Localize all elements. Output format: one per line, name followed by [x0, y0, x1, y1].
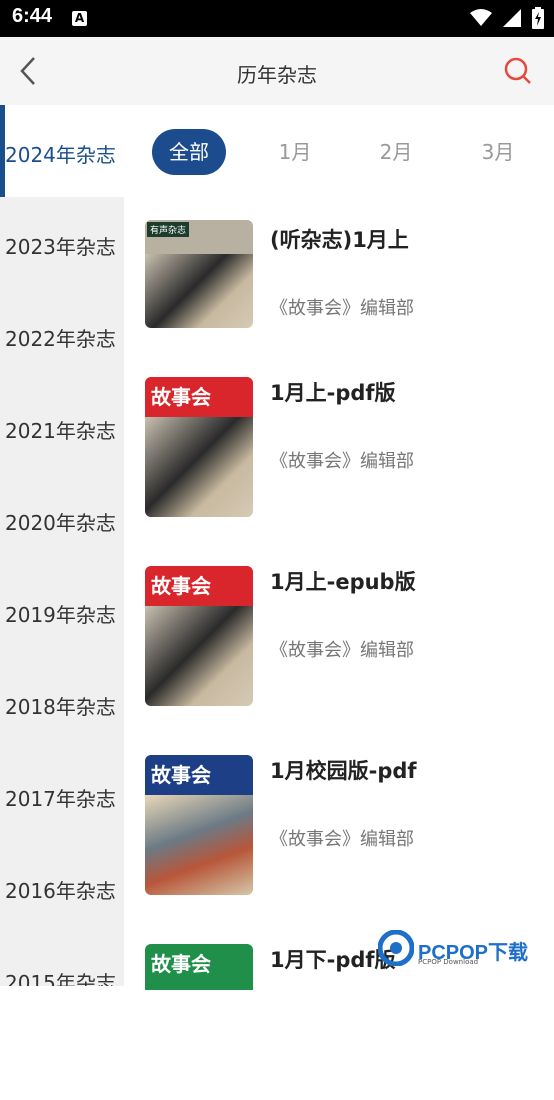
- search-icon: [504, 57, 531, 84]
- cover-band: 故事会: [145, 755, 253, 795]
- sidebar-item-2024[interactable]: 2024年杂志: [0, 105, 124, 197]
- magazine-cover: 故事会: [145, 566, 253, 706]
- cover-illustration: [145, 795, 253, 895]
- wifi-icon: [469, 9, 492, 26]
- cover-illustration: [145, 254, 253, 328]
- cover-band: 故事会: [145, 944, 253, 990]
- magazine-title: 1月上-pdf版: [270, 381, 396, 405]
- magazine-item[interactable]: 有声杂志 (听杂志)1月上 《故事会》编辑部: [124, 218, 554, 378]
- sidebar-item-2020[interactable]: 2020年杂志: [0, 473, 124, 565]
- magazine-publisher: 《故事会》编辑部: [270, 640, 414, 661]
- search-button[interactable]: [502, 55, 534, 87]
- magazine-cover: 故事会: [145, 755, 253, 895]
- magazine-publisher: 《故事会》编辑部: [270, 298, 414, 319]
- status-time: 6:44: [12, 5, 53, 27]
- sidebar-item-2022[interactable]: 2022年杂志: [0, 289, 124, 381]
- cover-illustration: [145, 606, 253, 706]
- sidebar-item-2019[interactable]: 2019年杂志: [0, 565, 124, 657]
- year-label: 2017年杂志: [5, 787, 116, 811]
- year-label: 2015年杂志: [5, 971, 116, 986]
- notification-icon: A: [72, 11, 87, 26]
- battery-icon: [532, 7, 544, 29]
- cover-masthead: 故事会: [151, 574, 211, 598]
- magazine-title: (听杂志)1月上: [270, 228, 409, 252]
- watermark-sub: PCPOP Download: [418, 958, 479, 966]
- year-sidebar: 2024年杂志 2023年杂志 2022年杂志 2021年杂志 2020年杂志 …: [0, 105, 124, 986]
- status-bar: 6:44 A: [0, 0, 554, 37]
- sidebar-item-2018[interactable]: 2018年杂志: [0, 657, 124, 749]
- year-label: 2020年杂志: [5, 511, 116, 535]
- year-label: 2024年杂志: [5, 143, 116, 167]
- signal-icon: [502, 9, 521, 27]
- year-label: 2023年杂志: [5, 235, 116, 259]
- pcpop-logo-icon: [378, 930, 414, 966]
- year-label: 2016年杂志: [5, 879, 116, 903]
- cover-band: 故事会: [145, 377, 253, 417]
- sidebar-item-2016[interactable]: 2016年杂志: [0, 841, 124, 933]
- cover-band: 故事会: [145, 566, 253, 606]
- cover-masthead: 故事会: [151, 385, 211, 409]
- magazine-title: 1月校园版-pdf: [270, 759, 417, 783]
- cover-label: 有声杂志: [147, 222, 190, 237]
- magazine-item[interactable]: 故事会 1月上-epub版 《故事会》编辑部: [124, 562, 554, 722]
- year-label: 2019年杂志: [5, 603, 116, 627]
- tab-march[interactable]: 3月: [468, 129, 528, 175]
- magazine-cover: 有声杂志: [145, 220, 253, 328]
- magazine-title: 1月下-pdf版: [270, 948, 396, 972]
- magazine-publisher: 《故事会》编辑部: [270, 451, 414, 472]
- cover-illustration: [145, 417, 253, 517]
- magazine-title: 1月上-epub版: [270, 570, 416, 594]
- magazine-cover: 故事会: [145, 377, 253, 517]
- cover-masthead: 故事会: [151, 952, 211, 976]
- sidebar-item-2015[interactable]: 2015年杂志: [0, 933, 124, 986]
- magazine-cover: 故事会: [145, 944, 253, 994]
- cover-masthead: 故事会: [151, 763, 211, 787]
- watermark: PCPOP下载 PCPOP Download: [378, 928, 548, 978]
- page-title: 历年杂志: [237, 63, 317, 87]
- year-label: 2018年杂志: [5, 695, 116, 719]
- year-label: 2022年杂志: [5, 327, 116, 351]
- year-label: 2021年杂志: [5, 419, 116, 443]
- tab-all[interactable]: 全部: [152, 129, 226, 175]
- magazine-publisher: 《故事会》编辑部: [270, 829, 414, 850]
- magazine-item[interactable]: 故事会 1月上-pdf版 《故事会》编辑部: [124, 373, 554, 533]
- tab-january[interactable]: 1月: [265, 129, 325, 175]
- magazine-item[interactable]: 故事会 1月校园版-pdf 《故事会》编辑部: [124, 751, 554, 911]
- sidebar-item-2023[interactable]: 2023年杂志: [0, 197, 124, 289]
- app-header: 历年杂志: [0, 37, 554, 105]
- sidebar-item-2021[interactable]: 2021年杂志: [0, 381, 124, 473]
- sidebar-item-2017[interactable]: 2017年杂志: [0, 749, 124, 841]
- tab-february[interactable]: 2月: [366, 129, 426, 175]
